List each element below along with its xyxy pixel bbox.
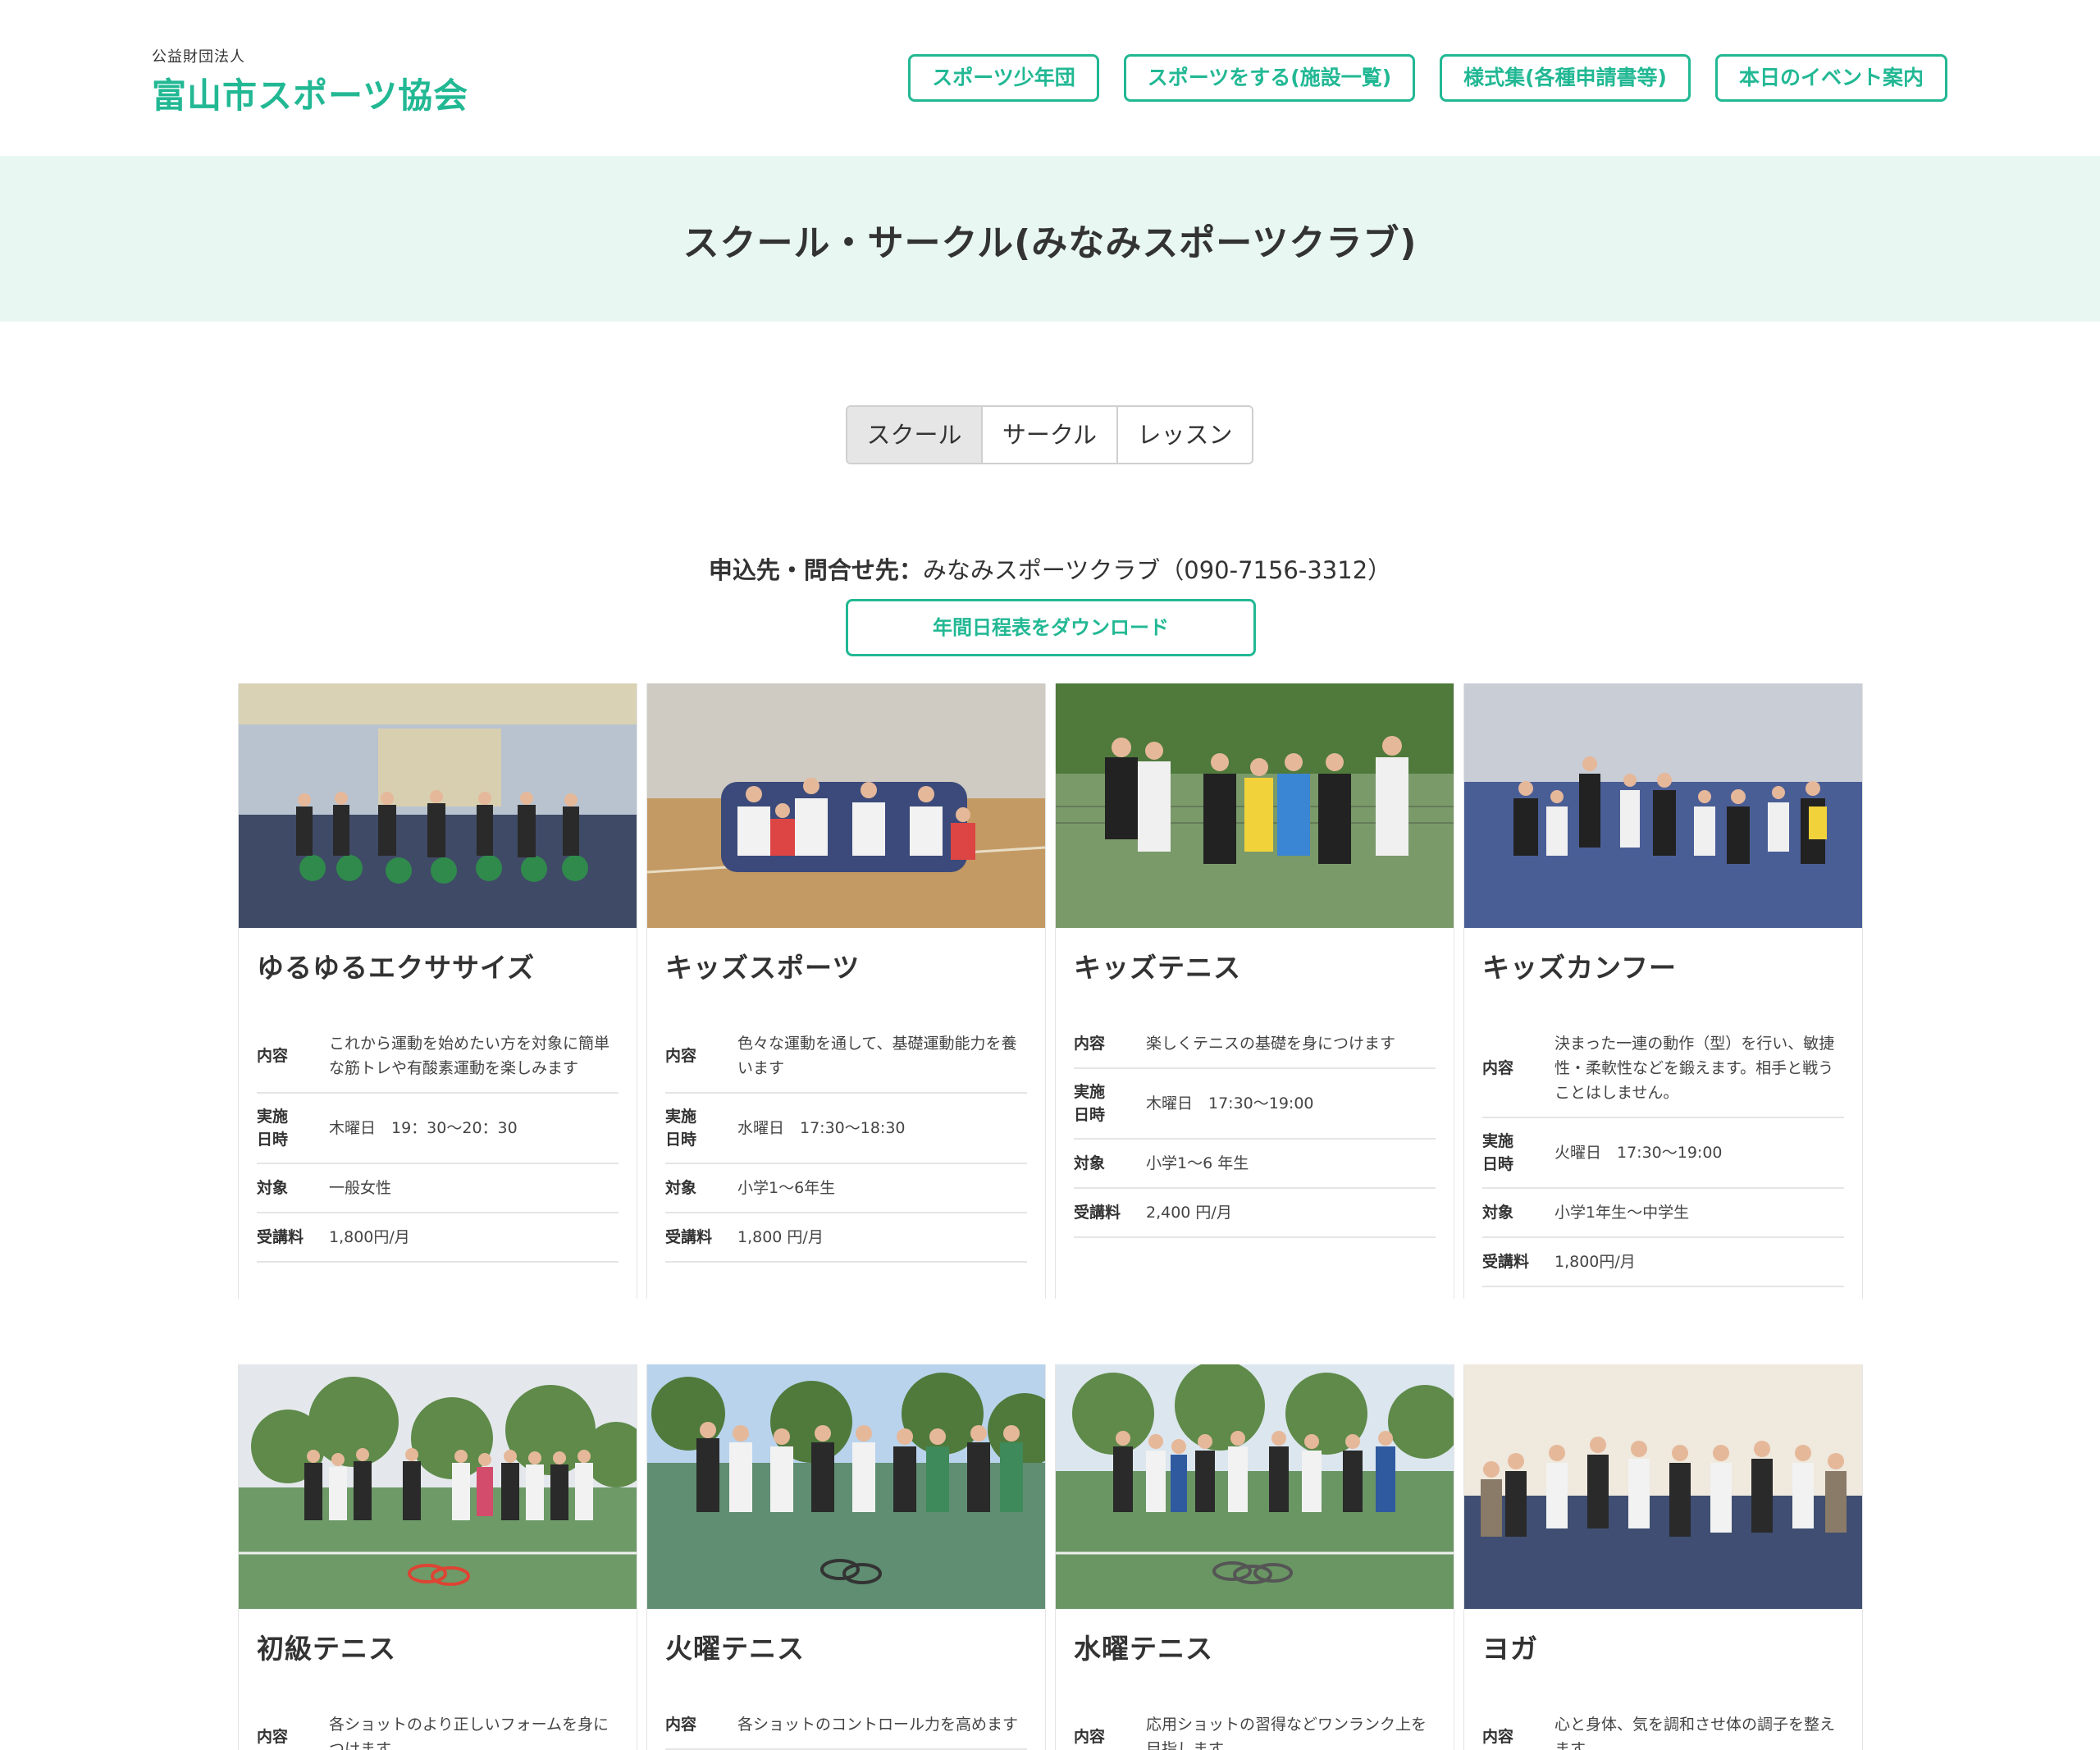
label-fee: 受講料 (1074, 1204, 1121, 1222)
program-schedule: 木曜日 17:30〜19:00 (1146, 1094, 1314, 1113)
label-content: 内容 (1074, 1728, 1106, 1746)
program-info: 内容 これから運動を始めたい方を対象に簡単な筋トレや有酸素運動を楽しみます 実施日… (257, 1020, 619, 1263)
program-info: 内容 決まった一連の動作（型）を行い、敏捷性・柔軟性などを鍛えます。相手と戦うこと… (1482, 1020, 1844, 1287)
label-content: 内容 (665, 1047, 697, 1065)
program-fee: 1,800円/月 (329, 1228, 410, 1246)
program-title: 初級テニス (257, 1633, 396, 1665)
program-content: 各ショットのより正しいフォームを身につけます (329, 1716, 609, 1750)
program-title: キッズテニス (1074, 952, 1241, 984)
title-band: スクール・サークル(みなみスポーツクラブ) (0, 156, 2100, 322)
label-content: 内容 (257, 1047, 289, 1065)
program-photo (1056, 683, 1454, 928)
label-content: 内容 (665, 1716, 697, 1734)
label-target: 対象 (665, 1179, 697, 1197)
program-photo (239, 1364, 637, 1609)
program-content: 決まった一連の動作（型）を行い、敏捷性・柔軟性などを鍛えます。相手と戦うことはし… (1554, 1035, 1835, 1102)
program-target: 小学1～6 年生 (1146, 1154, 1249, 1172)
program-card[interactable]: 水曜テニス 内容 応用ショットの習得などワンランク上を目指します (1055, 1364, 1454, 1750)
program-card[interactable]: ゆるゆるエクササイズ 内容 これから運動を始めたい方を対象に簡単な筋トレや有酸素運… (238, 683, 637, 1299)
program-content: 楽しくテニスの基礎を身につけます (1146, 1035, 1396, 1053)
program-card[interactable]: キッズスポーツ 内容 色々な運動を通して、基礎運動能力を養います 実施 日時 水曜日 … (646, 683, 1046, 1299)
program-info: 内容 各ショットのコントロール力を高めます (665, 1701, 1027, 1750)
program-schedule: 火曜日 17:30〜19:00 (1554, 1144, 1723, 1162)
program-target: 小学1年生〜中学生 (1554, 1204, 1690, 1222)
label-schedule: 実施 日時 (1482, 1132, 1514, 1173)
program-schedule: 木曜日 19：30〜20：30 (329, 1119, 518, 1137)
label-target: 対象 (257, 1179, 289, 1197)
program-card[interactable]: キッズテニス 内容 楽しくテニスの基礎を身につけます 実施 日時 木曜日 17:30〜… (1055, 683, 1454, 1299)
program-content: 色々な運動を通して、基礎運動能力を養います (737, 1035, 1017, 1077)
label-content: 内容 (1482, 1728, 1514, 1746)
program-title: キッズカンフー (1482, 952, 1678, 984)
program-content: 各ショットのコントロール力を高めます (737, 1716, 1019, 1734)
main-nav: スポーツ少年団 スポーツをする(施設一覧) 様式集(各種申請書等) 本日のイベン… (908, 54, 1947, 102)
label-fee: 受講料 (665, 1228, 713, 1246)
program-title: 火曜テニス (665, 1633, 805, 1665)
nav-today-events-button[interactable]: 本日のイベント案内 (1714, 54, 1947, 102)
program-photo (1464, 1364, 1862, 1609)
program-card[interactable]: 火曜テニス 内容 各ショットのコントロール力を高めます (646, 1364, 1046, 1750)
logo-subtitle: 公益財団法人 (152, 48, 245, 66)
program-info: 内容 応用ショットの習得などワンランク上を目指します (1074, 1701, 1436, 1750)
contact-value: みなみスポーツクラブ（090-7156-3312） (922, 556, 1392, 584)
program-title: ゆるゆるエクササイズ (257, 952, 536, 984)
program-photo (1464, 683, 1862, 928)
program-card[interactable]: キッズカンフー 内容 決まった一連の動作（型）を行い、敏捷性・柔軟性などを鍛えます… (1463, 683, 1863, 1299)
program-title: キッズスポーツ (665, 952, 861, 984)
logo-title: 富山市スポーツ協会 (152, 75, 469, 116)
program-target: 小学1～6年生 (737, 1179, 836, 1197)
site-logo[interactable]: 公益財団法人 富山市スポーツ協会 (152, 45, 468, 118)
download-schedule-button[interactable]: 年間日程表をダウンロード (846, 599, 1256, 656)
program-photo (1056, 1364, 1454, 1609)
page-title: スクール・サークル(みなみスポーツクラブ) (682, 222, 1418, 264)
program-photo (647, 683, 1045, 928)
program-title: ヨガ (1482, 1633, 1538, 1665)
contact-label: 申込先・問合せ先： (708, 556, 923, 584)
label-fee: 受講料 (257, 1228, 304, 1246)
label-content: 内容 (1074, 1035, 1106, 1053)
tab-lesson[interactable]: レッスン (1116, 407, 1252, 463)
label-content: 内容 (257, 1728, 289, 1746)
program-content: 応用ショットの習得などワンランク上を目指します (1146, 1716, 1427, 1750)
tab-circle[interactable]: サークル (981, 407, 1116, 463)
program-content: これから運動を始めたい方を対象に簡単な筋トレや有酸素運動を楽しみます (329, 1035, 610, 1077)
program-title: 水曜テニス (1074, 1633, 1213, 1665)
nav-forms-button[interactable]: 様式集(各種申請書等) (1440, 54, 1691, 102)
label-schedule: 実施 日時 (665, 1108, 697, 1149)
program-photo (647, 1364, 1045, 1609)
program-fee: 1,800円/月 (1554, 1253, 1636, 1271)
program-info: 内容 心と身体、気を調和させ体の調子を整えます (1482, 1701, 1844, 1750)
program-schedule: 水曜日 17:30〜18:30 (737, 1119, 906, 1137)
nav-sports-youth-button[interactable]: スポーツ少年団 (908, 54, 1099, 102)
program-info: 内容 楽しくテニスの基礎を身につけます 実施 日時 木曜日 17:30〜19:00 対… (1074, 1020, 1436, 1238)
label-schedule: 実施 日時 (1074, 1083, 1106, 1124)
program-info: 内容 色々な運動を通して、基礎運動能力を養います 実施 日時 水曜日 17:30〜18… (665, 1020, 1027, 1263)
program-fee: 1,800 円/月 (737, 1228, 824, 1246)
program-target: 一般女性 (329, 1179, 392, 1197)
label-target: 対象 (1074, 1154, 1106, 1172)
contact-info: 申込先・問合せ先：みなみスポーツクラブ（090-7156-3312） (0, 551, 2100, 586)
program-info: 内容 各ショットのより正しいフォームを身につけます (257, 1701, 619, 1750)
label-schedule: 実施 日時 (257, 1108, 289, 1149)
label-fee: 受講料 (1482, 1253, 1530, 1271)
category-tabs: スクール サークル レッスン (846, 405, 1253, 464)
nav-facilities-button[interactable]: スポーツをする(施設一覧) (1123, 54, 1416, 102)
site-header: 公益財団法人 富山市スポーツ協会 スポーツ少年団 スポーツをする(施設一覧) 様… (0, 0, 2100, 156)
program-photo (239, 683, 637, 928)
program-card[interactable]: ヨガ 内容 心と身体、気を調和させ体の調子を整えます (1463, 1364, 1863, 1750)
tab-school[interactable]: スクール (847, 407, 981, 463)
program-content: 心と身体、気を調和させ体の調子を整えます (1554, 1716, 1836, 1750)
program-card[interactable]: 初級テニス 内容 各ショットのより正しいフォームを身につけます (238, 1364, 637, 1750)
label-target: 対象 (1482, 1204, 1514, 1222)
label-content: 内容 (1482, 1059, 1514, 1077)
program-fee: 2,400 円/月 (1146, 1204, 1232, 1222)
